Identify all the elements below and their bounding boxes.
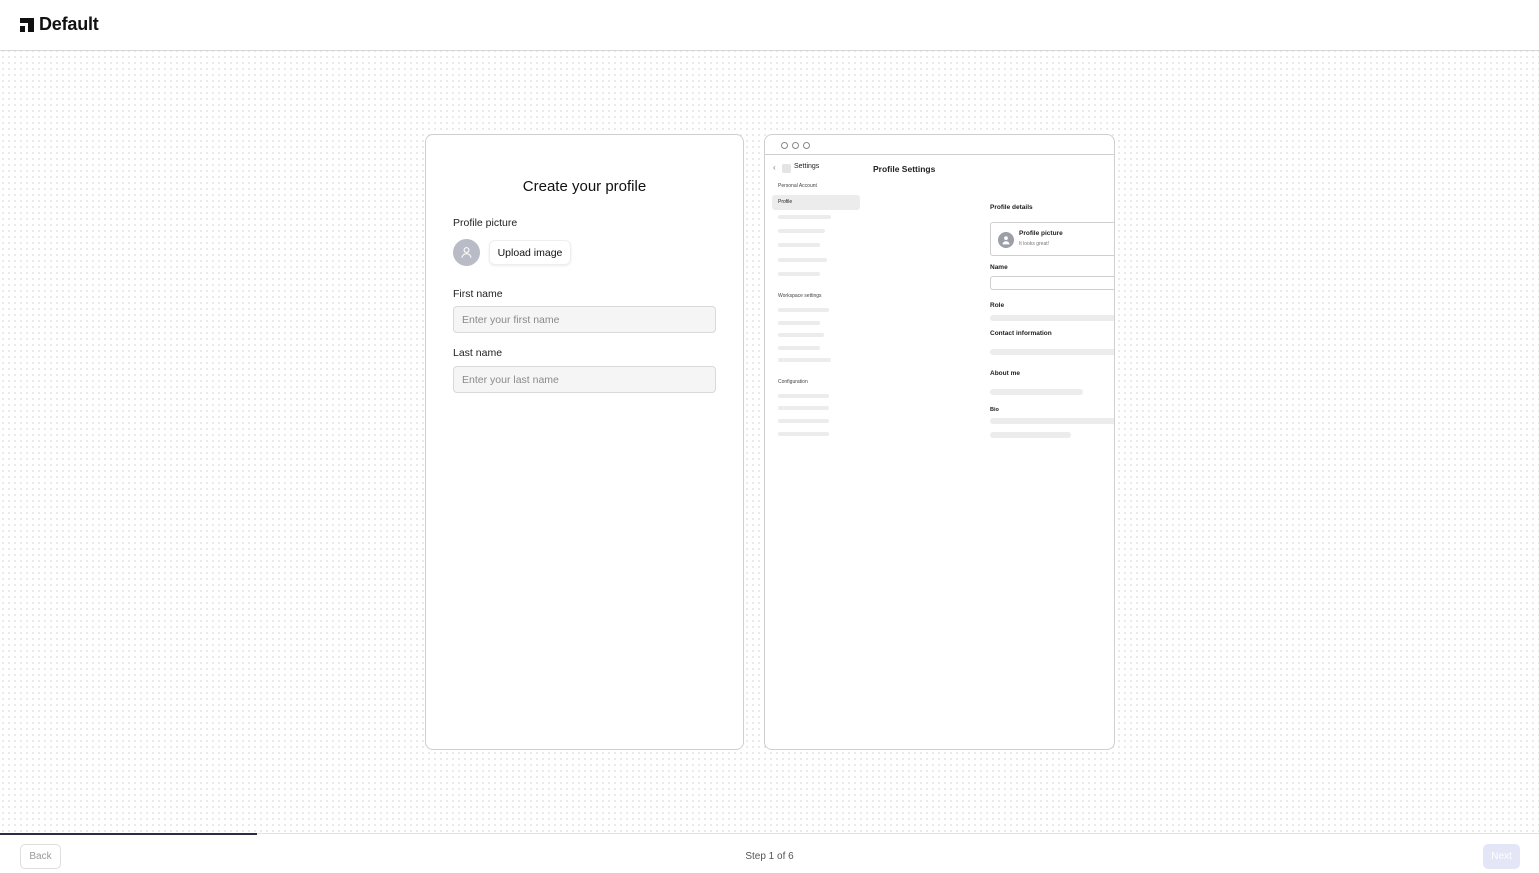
upload-image-button[interactable]: Upload image <box>489 240 571 265</box>
skeleton-line <box>778 358 831 362</box>
progress-bar <box>0 833 257 835</box>
skeleton-line <box>778 308 829 312</box>
skeleton-line <box>990 349 1114 355</box>
settings-preview-card: ‹ Settings Profile Settings Personal Acc… <box>764 134 1115 750</box>
profile-form-card: Create your profile Profile picture Uplo… <box>425 134 744 750</box>
avatar-icon <box>998 232 1014 248</box>
skeleton-line <box>778 243 820 247</box>
skeleton-line <box>778 258 827 262</box>
skeleton-line <box>990 418 1114 424</box>
preview-nav-profile: Profile <box>778 199 793 205</box>
first-name-label: First name <box>453 288 503 300</box>
skeleton-line <box>778 394 829 398</box>
preview-name-label: Name <box>990 264 1008 271</box>
skeleton-line <box>778 321 820 325</box>
step-indicator: Step 1 of 6 <box>745 851 794 862</box>
preview-page-title: Profile Settings <box>873 164 936 174</box>
preview-profile-picture-card: Profile picture It looks great! <box>990 222 1114 256</box>
skeleton-line <box>778 346 820 350</box>
profile-picture-label: Profile picture <box>453 217 518 229</box>
skeleton-line <box>778 432 829 436</box>
preview-section-configuration: Configuration <box>778 379 808 385</box>
preview-bio-label: Bio <box>990 407 999 413</box>
preview-name-field <box>990 276 1114 290</box>
top-bar: Default <box>0 0 1539 51</box>
window-dot-icon <box>792 142 799 149</box>
skeleton-line <box>778 229 825 233</box>
skeleton-line <box>778 215 831 219</box>
back-chevron-icon: ‹ <box>773 163 776 172</box>
skeleton-line <box>990 389 1083 395</box>
brand-logo[interactable]: Default <box>20 14 99 35</box>
skeleton-line <box>778 272 820 276</box>
skeleton-line <box>990 432 1071 438</box>
last-name-label: Last name <box>453 347 503 359</box>
skeleton-line <box>778 333 824 337</box>
bottom-bar: Back Step 1 of 6 Next <box>0 833 1539 873</box>
window-dot-icon <box>803 142 810 149</box>
preview-picture-title: Profile picture <box>1019 230 1063 237</box>
preview-about-label: About me <box>990 370 1020 377</box>
user-icon <box>1002 236 1010 245</box>
preview-picture-subtitle: It looks great! <box>1019 241 1050 247</box>
brand-name: Default <box>39 14 99 34</box>
user-icon <box>461 247 472 258</box>
logo-icon <box>20 17 34 32</box>
skeleton-line <box>778 406 829 410</box>
avatar-placeholder <box>453 239 480 266</box>
form-title: Create your profile <box>522 178 647 195</box>
skeleton-line <box>990 315 1114 321</box>
preview-settings-title: Settings <box>794 163 820 170</box>
last-name-input[interactable] <box>453 366 716 393</box>
preview-section-personal: Personal Account <box>778 183 817 189</box>
preview-details-title: Profile details <box>990 204 1033 211</box>
settings-icon <box>782 164 791 173</box>
next-button[interactable]: Next <box>1483 844 1520 869</box>
preview-role-label: Role <box>990 302 1005 309</box>
window-dot-icon <box>781 142 788 149</box>
first-name-input[interactable] <box>453 306 716 333</box>
window-chrome <box>765 135 1114 155</box>
skeleton-line <box>778 419 829 423</box>
preview-section-workspace: Workspace settings <box>778 293 822 299</box>
preview-contact-label: Contact information <box>990 330 1052 337</box>
